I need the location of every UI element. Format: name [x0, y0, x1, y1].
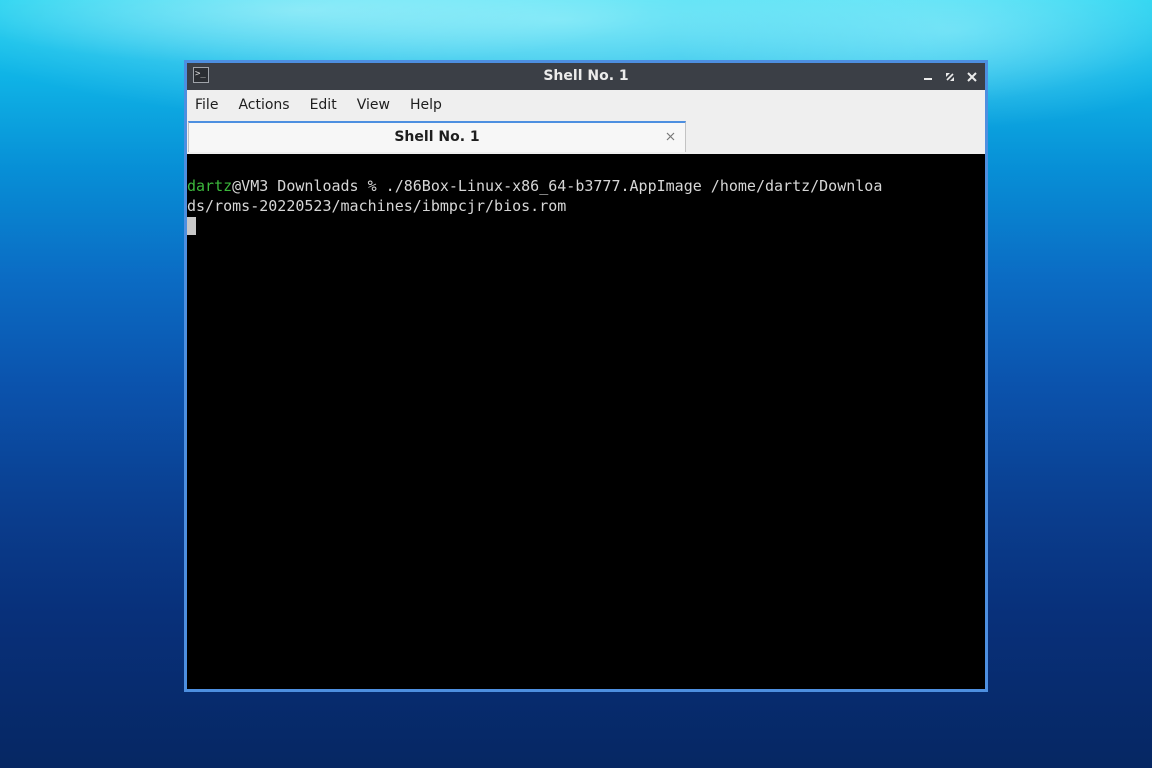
maximize-icon: [946, 72, 954, 81]
terminal-cursor: [187, 217, 196, 235]
minimize-button[interactable]: [921, 70, 935, 84]
close-button[interactable]: [965, 70, 979, 84]
tab-shell-1[interactable]: Shell No. 1: [188, 121, 686, 152]
terminal-output[interactable]: dartz@VM3 Downloads % ./86Box-Linux-x86_…: [187, 154, 985, 689]
menu-file[interactable]: File: [195, 97, 218, 113]
tab-bar: Shell No. 1: [187, 120, 985, 155]
menu-help[interactable]: Help: [410, 97, 442, 113]
tab-close-icon: [666, 132, 674, 140]
menu-actions[interactable]: Actions: [238, 97, 289, 113]
command-text: @VM3 Downloads % ./86Box-Linux-x86_64-b3…: [232, 177, 883, 195]
terminal-window: >_ Shell No. 1 File Actions Edit View He…: [184, 60, 988, 692]
window-controls: [921, 63, 979, 90]
window-titlebar[interactable]: >_ Shell No. 1: [187, 63, 985, 90]
minimize-icon: [924, 77, 932, 80]
close-icon: [967, 71, 977, 82]
menu-bar: File Actions Edit View Help: [187, 90, 985, 120]
menu-edit[interactable]: Edit: [310, 97, 337, 113]
prompt-user: dartz: [187, 177, 233, 195]
tab-close-button[interactable]: [663, 129, 677, 143]
terminal-line: dartz@VM3 Downloads % ./86Box-Linux-x86_…: [187, 176, 985, 196]
terminal-line: ds/roms-20220523/machines/ibmpcjr/bios.r…: [187, 197, 567, 215]
window-title: Shell No. 1: [543, 68, 629, 84]
tab-label: Shell No. 1: [394, 129, 480, 145]
terminal-line: [187, 216, 985, 236]
menu-view[interactable]: View: [357, 97, 390, 113]
maximize-button[interactable]: [943, 70, 957, 84]
